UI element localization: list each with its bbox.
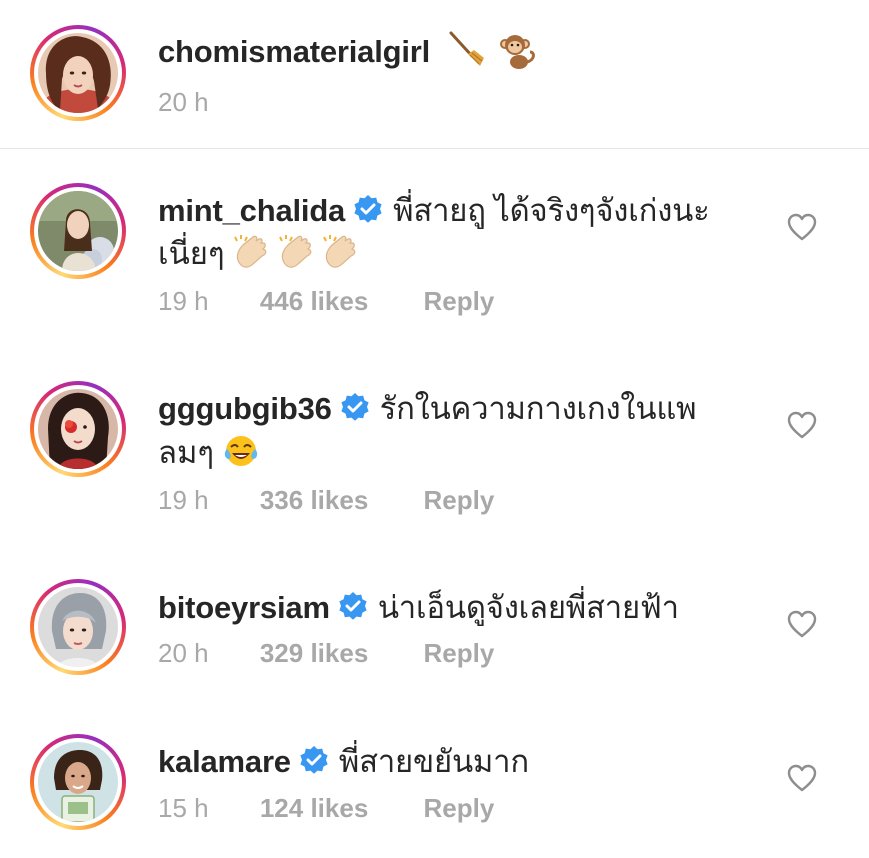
commenter-avatar[interactable] — [30, 579, 126, 675]
comment-time: 19 h — [158, 485, 209, 515]
like-heart-icon[interactable] — [787, 213, 817, 241]
monkey-icon — [497, 30, 537, 78]
comment-meta: 19 h 446 likes Reply — [158, 286, 494, 317]
reply-button[interactable]: Reply — [424, 485, 495, 515]
comment-likes[interactable]: 336 likes — [260, 485, 368, 515]
comment-text: รักในความกางเกงในแพ — [379, 391, 697, 426]
like-heart-icon[interactable] — [787, 764, 817, 792]
post-author-username-text[interactable]: chomismaterialgirl — [158, 34, 430, 69]
clapping-hands-icon — [233, 234, 269, 277]
broom-icon — [448, 30, 486, 78]
comment-username-text[interactable]: mint_chalida — [158, 193, 345, 228]
reply-button[interactable]: Reply — [424, 638, 495, 668]
commenter-avatar[interactable] — [30, 381, 126, 477]
verified-badge-icon — [338, 591, 368, 629]
like-heart-icon[interactable] — [787, 610, 817, 638]
comment-text-continued: เนี่ยๆ — [158, 228, 358, 278]
comment-meta: 20 h 329 likes Reply — [158, 638, 494, 669]
post-header: chomismaterialgirl 20 h — [0, 0, 869, 149]
comment-username-text[interactable]: kalamare — [158, 744, 291, 779]
comment-text-continued: ลมๆ — [158, 427, 259, 477]
commenter-avatar[interactable] — [30, 734, 126, 830]
comment-time: 20 h — [158, 638, 209, 668]
post-author-avatar[interactable] — [30, 25, 126, 121]
comment-time: 19 h — [158, 286, 209, 316]
reply-button[interactable]: Reply — [424, 793, 495, 823]
post-time-text: 20 h — [158, 87, 209, 117]
comment-username-text[interactable]: bitoeyrsiam — [158, 590, 330, 625]
comment-likes[interactable]: 446 likes — [260, 286, 368, 316]
laughing-tears-icon — [223, 433, 259, 477]
comment-likes[interactable]: 124 likes — [260, 793, 368, 823]
like-heart-icon[interactable] — [787, 411, 817, 439]
verified-badge-icon — [299, 745, 329, 783]
comment-text: พี่สายฤู ได้จริงๆจังเก่งนะ — [393, 193, 710, 228]
comment-meta: 15 h 124 likes Reply — [158, 793, 494, 824]
comment-likes[interactable]: 329 likes — [260, 638, 368, 668]
comment-text: พี่สายขยันมาก — [338, 744, 529, 779]
verified-badge-icon — [340, 392, 370, 430]
comment-text: น่าเอ็นดูจังเลยพี่สายฟ้า — [377, 590, 679, 625]
comment-username[interactable]: gggubgib36 รักในความกางเกงในแพ — [158, 383, 697, 433]
reply-button[interactable]: Reply — [424, 286, 495, 316]
comment-username[interactable]: bitoeyrsiam น่าเอ็นดูจังเลยพี่สายฟ้า — [158, 582, 679, 632]
comment-text-line2: ลมๆ — [158, 435, 215, 470]
comment-text-line2: เนี่ยๆ — [158, 236, 225, 271]
comment-username-text[interactable]: gggubgib36 — [158, 391, 332, 426]
commenter-avatar[interactable] — [30, 183, 126, 279]
clapping-hands-icon — [278, 234, 314, 277]
clapping-hands-icon — [322, 234, 358, 277]
comment-time: 15 h — [158, 793, 209, 823]
verified-badge-icon — [353, 194, 383, 232]
post-time: 20 h — [158, 87, 209, 118]
comment-username[interactable]: kalamare พี่สายขยันมาก — [158, 736, 529, 786]
post-author-username[interactable]: chomismaterialgirl — [158, 30, 537, 78]
comment-meta: 19 h 336 likes Reply — [158, 485, 494, 516]
